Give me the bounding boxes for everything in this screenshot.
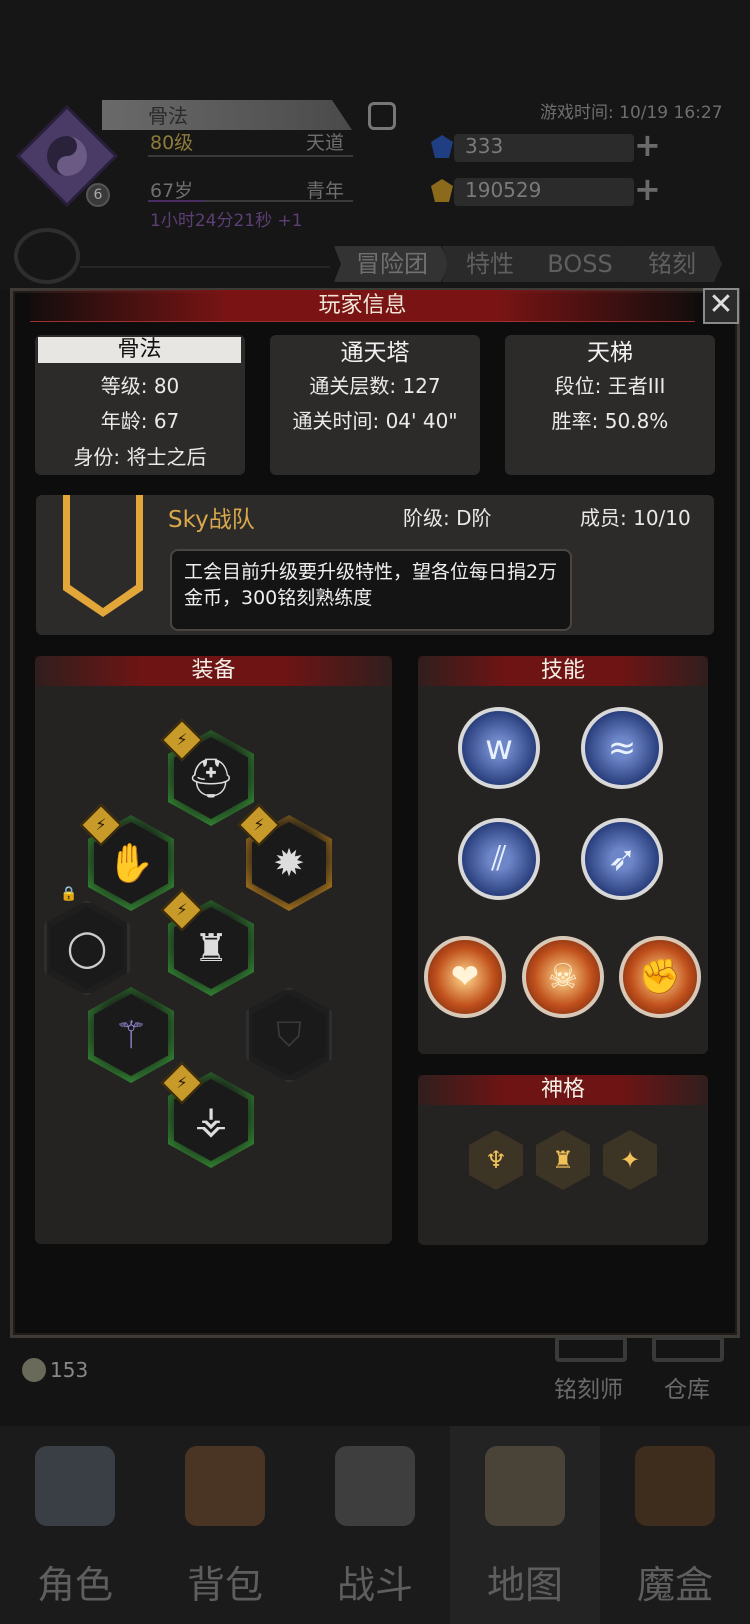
player-name: 骨法 <box>148 104 188 128</box>
game-time: 游戏时间: 10/19 16:27 <box>540 103 723 123</box>
nav-map-label: 地图 <box>486 1563 563 1607</box>
player-age-stage: 青年 <box>306 180 345 202</box>
ladder-winrate: 胜率: 50.8% <box>551 409 669 433</box>
skull-icon: ☠ <box>547 957 579 997</box>
guild-name: Sky战队 <box>168 507 255 533</box>
skills-title: 技能 <box>418 656 708 686</box>
blue-gem-icon <box>431 135 453 158</box>
sword-shield-icon <box>335 1446 415 1526</box>
shield-slot-icon: ⛉ <box>252 994 326 1076</box>
guild-banner-icon <box>63 495 143 617</box>
blue-gem-count: 333 <box>465 134 504 158</box>
claw-icon: ⫽ <box>491 839 507 879</box>
guild-notice: 工会目前升级要升级特性，望各位每日捐2万金币，300铭刻熟练度 <box>170 549 572 631</box>
fang-icon: ᴡ <box>485 728 513 768</box>
warehouse-button[interactable]: 仓库 <box>664 1370 710 1404</box>
tower-time: 通关时间: 04' 40" <box>292 409 458 433</box>
add-gold-gem-button[interactable]: + <box>634 170 661 208</box>
profile-name: 骨法 <box>38 337 241 363</box>
add-blue-gem-button[interactable]: + <box>634 126 661 164</box>
gold-gem-count: 190529 <box>465 178 542 202</box>
tab-adventure-group[interactable]: 冒险团 <box>340 246 444 282</box>
shield-fist-icon: ✊ <box>638 957 682 997</box>
refresh-icon[interactable] <box>14 228 80 284</box>
tab-boss[interactable]: BOSS <box>534 246 626 282</box>
coin-count: 153 <box>50 1358 89 1382</box>
nav-character-label: 角色 <box>36 1563 113 1607</box>
engraver-icon <box>555 1336 627 1362</box>
divinity-title: 神格 <box>418 1075 708 1105</box>
player-level: 80级 <box>150 132 194 154</box>
claw-skill[interactable]: ⫽ <box>458 818 540 900</box>
strike-skill[interactable]: ➶ <box>581 818 663 900</box>
profile-level: 等级: 80 <box>100 374 180 398</box>
profile-identity: 身份: 将士之后 <box>73 445 207 469</box>
profile-age: 年龄: 67 <box>100 409 180 433</box>
edit-icon[interactable] <box>368 102 396 130</box>
gold-gem-icon <box>431 179 453 202</box>
header-divider <box>80 266 330 268</box>
helmet-icon <box>35 1446 115 1526</box>
coin-icon <box>22 1358 46 1382</box>
skull-skill[interactable]: ☠ <box>522 936 604 1018</box>
player-realm: 天道 <box>306 132 345 154</box>
nav-battle[interactable]: 战斗 <box>300 1426 450 1624</box>
strike-icon: ➶ <box>607 839 637 879</box>
magic-box-icon <box>635 1446 715 1526</box>
fang-skill[interactable]: ᴡ <box>458 707 540 789</box>
tab-engrave[interactable]: 铭刻 <box>626 246 718 282</box>
heart-hands-icon: ❤ <box>450 957 480 997</box>
nav-magic-box-label: 魔盒 <box>636 1563 713 1607</box>
ladder-title: 天梯 <box>587 340 633 366</box>
modal-title: 玩家信息 <box>318 293 407 318</box>
equipment-title: 装备 <box>35 656 392 686</box>
shield-fist-skill[interactable]: ✊ <box>619 936 701 1018</box>
nav-map[interactable]: 地图 <box>450 1426 600 1624</box>
wave-icon: ≈ <box>607 728 637 768</box>
backpack-icon <box>185 1446 265 1526</box>
tower-floors: 通关层数: 127 <box>309 374 441 398</box>
ladder-rank: 段位: 王者III <box>554 374 666 398</box>
tower-divinity-icon: ♜ <box>552 1146 574 1174</box>
tower-title: 通天塔 <box>340 340 410 366</box>
warehouse-icon <box>652 1336 724 1362</box>
whip-icon: ⚚ <box>94 994 168 1076</box>
nav-backpack[interactable]: 背包 <box>150 1426 300 1624</box>
nav-magic-box[interactable]: 魔盒 <box>600 1426 750 1624</box>
age-timer: 1小时24分21秒 +1 <box>150 211 303 231</box>
star-divinity-icon: ✦ <box>619 1146 641 1174</box>
scroll-map-icon <box>485 1446 565 1526</box>
player-age: 67岁 <box>150 180 194 202</box>
belt-icon: ◯ <box>50 907 124 989</box>
wave-skill[interactable]: ≈ <box>581 707 663 789</box>
avatar-level-badge: 6 <box>86 183 110 207</box>
guild-members: 成员: 10/10 <box>580 506 691 530</box>
nav-character[interactable]: 角色 <box>0 1426 150 1624</box>
guild-grade: 阶级: D阶 <box>403 506 492 530</box>
nav-battle-label: 战斗 <box>336 1563 413 1607</box>
level-divider <box>148 155 353 157</box>
close-button[interactable]: ✕ <box>703 288 739 324</box>
age-progress <box>148 200 353 202</box>
nav-backpack-label: 背包 <box>186 1563 263 1607</box>
tab-traits[interactable]: 特性 <box>446 246 534 282</box>
tree-divinity-icon: ♆ <box>485 1146 507 1174</box>
heart-hands-skill[interactable]: ❤ <box>424 936 506 1018</box>
lock-icon: 🔒 <box>60 886 78 902</box>
engraver-button[interactable]: 铭刻师 <box>554 1370 623 1404</box>
name-banner <box>102 100 352 130</box>
